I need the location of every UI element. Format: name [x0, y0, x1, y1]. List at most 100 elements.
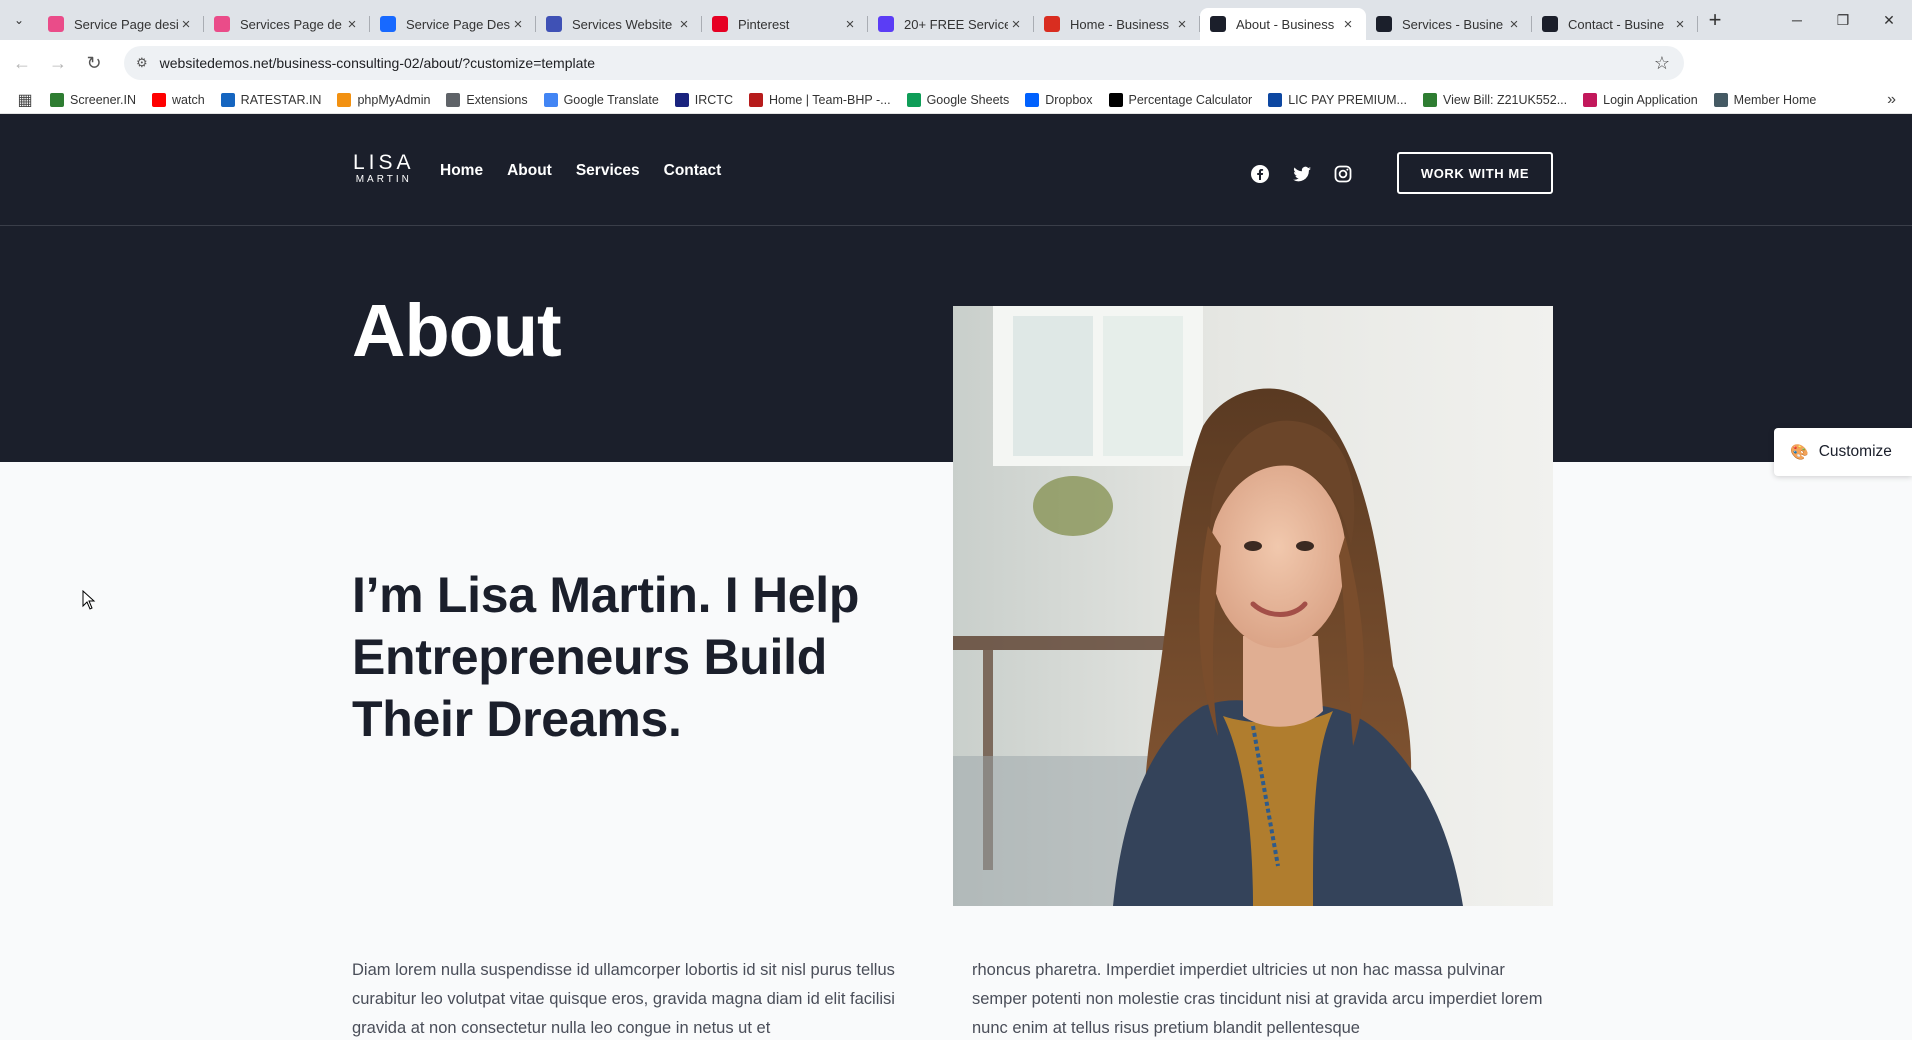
browser-tab[interactable]: Home - Business ×	[1034, 8, 1200, 40]
close-tab-icon[interactable]: ×	[1008, 16, 1024, 33]
bookmark-favicon-icon	[1713, 92, 1728, 107]
m-icon	[1376, 16, 1392, 32]
customize-button[interactable]: 🎨 Customize	[1774, 428, 1912, 476]
logo-top-text: LISA	[353, 151, 415, 174]
browser-tab[interactable]: About - Business ×	[1200, 8, 1366, 40]
bookmark-star-icon[interactable]: ☆	[1654, 53, 1670, 74]
minimize-icon[interactable]: ─	[1774, 0, 1820, 40]
tab-title: Services Page de	[240, 16, 342, 32]
tab-title: 20+ FREE Service	[904, 16, 1008, 32]
main-menu: Home About Services Contact	[440, 162, 721, 180]
bookmark-label: Home | Team-BHP -...	[768, 92, 891, 107]
url-bar[interactable]: ⚙ websitedemos.net/business-consulting-0…	[124, 46, 1684, 80]
close-tab-icon[interactable]: ×	[1340, 16, 1356, 33]
bookmark-label: Percentage Calculator	[1128, 92, 1253, 107]
close-tab-icon[interactable]: ×	[510, 16, 526, 33]
bookmark-item[interactable]: RATESTAR.IN	[220, 92, 321, 107]
restore-icon[interactable]: ❐	[1820, 0, 1866, 40]
bookmark-favicon-icon	[1108, 92, 1123, 107]
tab-title: Services - Busine	[1402, 16, 1504, 32]
work-with-me-button[interactable]: WORK WITH ME	[1397, 152, 1553, 194]
bookmark-favicon-icon	[446, 92, 461, 107]
dribbble-icon	[48, 16, 64, 32]
window-controls: ─ ❐ ✕	[1774, 0, 1912, 40]
close-tab-icon[interactable]: ×	[842, 16, 858, 33]
new-tab-button[interactable]: +	[1698, 7, 1732, 33]
bookmark-item[interactable]: Percentage Calculator	[1108, 92, 1253, 107]
browser-tab[interactable]: Contact - Busine ×	[1532, 8, 1698, 40]
apps-grid-icon[interactable]: ▦	[0, 90, 50, 110]
tab-title: Service Page Desi	[406, 16, 510, 32]
facebook-icon[interactable]	[1250, 164, 1270, 184]
bookmark-label: Login Application	[1603, 92, 1698, 107]
customize-label: Customize	[1818, 443, 1892, 460]
close-tab-icon[interactable]: ×	[1672, 16, 1688, 33]
bookmark-item[interactable]: Dropbox	[1025, 92, 1093, 107]
bookmark-favicon-icon	[1268, 92, 1283, 107]
tab-search-chevron-icon[interactable]: ⌄	[0, 0, 38, 40]
bookmark-favicon-icon	[220, 92, 235, 107]
bookmark-label: Google Sheets	[926, 92, 1010, 107]
bookmarks-overflow-icon[interactable]: »	[1887, 91, 1896, 109]
bookmark-item[interactable]: Home | Team-BHP -...	[748, 92, 891, 107]
site-logo[interactable]: LISA MARTIN	[353, 152, 415, 186]
close-tab-icon[interactable]: ×	[1174, 16, 1190, 33]
browser-tab[interactable]: Services - Busine ×	[1366, 8, 1532, 40]
a-icon	[878, 16, 894, 32]
bookmark-favicon-icon	[906, 92, 921, 107]
bookmark-item[interactable]: Extensions	[446, 92, 528, 107]
site-header: LISA MARTIN Home About Services Contact …	[0, 114, 1912, 226]
bookmark-label: IRCTC	[694, 92, 733, 107]
bookmark-label: Dropbox	[1045, 92, 1093, 107]
bookmark-item[interactable]: Google Sheets	[906, 92, 1010, 107]
bookmark-item[interactable]: Google Translate	[543, 92, 659, 107]
logo-bottom-text: MARTIN	[355, 174, 412, 185]
close-window-icon[interactable]: ✕	[1866, 0, 1912, 40]
url-text[interactable]: websitedemos.net/business-consulting-02/…	[160, 55, 595, 71]
close-tab-icon[interactable]: ×	[344, 16, 360, 33]
nav-contact-link[interactable]: Contact	[664, 162, 722, 180]
bookmark-item[interactable]: watch	[152, 92, 205, 107]
close-tab-icon[interactable]: ×	[676, 16, 692, 33]
bookmark-favicon-icon	[748, 92, 763, 107]
bookmark-item[interactable]: LIC PAY PREMIUM...	[1268, 92, 1407, 107]
bookmark-item[interactable]: Login Application	[1583, 92, 1698, 107]
reload-icon[interactable]: ↻	[80, 53, 108, 74]
bookmark-favicon-icon	[674, 92, 689, 107]
bookmark-item[interactable]: Member Home	[1713, 92, 1816, 107]
bookmark-item[interactable]: phpMyAdmin	[337, 92, 430, 107]
close-tab-icon[interactable]: ×	[178, 16, 194, 33]
instagram-icon[interactable]	[1333, 164, 1353, 184]
bookmark-item[interactable]: Screener.IN	[50, 92, 137, 107]
forward-arrow-icon[interactable]: →	[44, 53, 72, 74]
about-paragraph-right: rhoncus pharetra. Imperdiet imperdiet ul…	[972, 961, 1543, 1037]
browser-tab[interactable]: Services Page de ×	[204, 8, 370, 40]
bookmark-label: Extensions	[466, 92, 528, 107]
browser-tab[interactable]: Services Website ×	[536, 8, 702, 40]
m-icon	[1210, 16, 1226, 32]
portrait-photo	[953, 306, 1553, 906]
browser-tab[interactable]: Pinterest ×	[702, 8, 868, 40]
bookmark-item[interactable]: IRCTC	[674, 92, 733, 107]
tab-strip: Service Page desi × Services Page de × Servi…	[38, 0, 1698, 40]
nav-home-link[interactable]: Home	[440, 162, 483, 180]
back-arrow-icon[interactable]: ←	[8, 53, 36, 74]
bookmark-list: Screener.IN watch RATESTAR.IN phpMyAdmin Ext…	[50, 92, 1832, 107]
close-tab-icon[interactable]: ×	[1506, 16, 1522, 33]
bookmark-item[interactable]: View Bill: Z21UK552...	[1422, 92, 1567, 107]
intro-headline: I’m Lisa Martin. I Help Entrepreneurs Bu…	[352, 567, 860, 747]
site-info-icon[interactable]: ⚙	[136, 55, 148, 71]
palette-icon: 🎨	[1790, 444, 1809, 461]
bookmark-favicon-icon	[1025, 92, 1040, 107]
tab-title: Contact - Busine	[1568, 16, 1665, 32]
browser-tab[interactable]: Service Page desi ×	[38, 8, 204, 40]
browser-tab[interactable]: 20+ FREE Service ×	[868, 8, 1034, 40]
bookmark-label: Screener.IN	[70, 92, 137, 107]
bookmark-favicon-icon	[50, 92, 64, 107]
bookmark-label: watch	[172, 92, 205, 107]
twitter-icon[interactable]	[1292, 164, 1312, 184]
nav-about-link[interactable]: About	[507, 162, 552, 180]
nav-services-link[interactable]: Services	[576, 162, 640, 180]
mouse-cursor-icon	[82, 590, 96, 610]
browser-tab[interactable]: Service Page Desi ×	[370, 8, 536, 40]
